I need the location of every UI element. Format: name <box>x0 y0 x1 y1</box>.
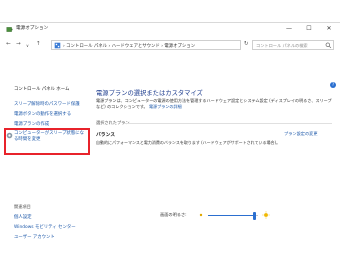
control-panel-icon <box>54 42 61 49</box>
sidebar-item-power-button[interactable]: 電源ボタンの動作を選択する <box>14 111 71 117</box>
search-placeholder: コントロール パネルの検索 <box>256 43 308 48</box>
see-also-title: 関連項目 <box>14 204 31 209</box>
up-button[interactable]: ↑ <box>36 41 41 48</box>
breadcrumb[interactable]: › コントロール パネル › ハードウェアとサウンド › 電源オプション <box>63 43 195 49</box>
power-options-window: 電源オプション — ☐ ✕ ← → ∨ ↑ › コントロール パネル › ハード… <box>0 22 340 240</box>
description-text: 電源プランは、コンピューターの電源の使用方法を管理するハードウェア設定とシステム… <box>96 98 332 110</box>
brightness-slider-fill <box>208 214 254 216</box>
recent-dropdown[interactable]: ∨ <box>26 42 29 49</box>
window-title: 電源オプション <box>16 26 49 31</box>
main-content: ? 電源プランの選択またはカスタマイズ 電源プランは、コンピューターの電源の使用… <box>94 54 336 233</box>
brightness-high-icon <box>262 211 270 219</box>
sidebar: コントロール パネル ホーム スリープ解除時のパスワード保護 電源ボタンの動作を… <box>0 54 90 240</box>
address-bar: ← → ∨ ↑ › コントロール パネル › ハードウェアとサウンド › 電源オ… <box>0 37 340 53</box>
change-plan-settings-link[interactable]: プラン設定の変更 <box>284 131 318 137</box>
sidebar-home-link[interactable]: コントロール パネル ホーム <box>14 86 69 92</box>
maximize-button[interactable]: ☐ <box>302 24 316 34</box>
help-icon[interactable]: ? <box>330 82 336 88</box>
address-field[interactable]: › コントロール パネル › ハードウェアとサウンド › 電源オプション ∨ <box>51 40 286 50</box>
page-title: 電源プランの選択またはカスタマイズ <box>96 90 203 97</box>
refresh-button[interactable]: ↻ <box>244 41 249 47</box>
sidebar-item-password[interactable]: スリープ解除時のパスワード保護 <box>14 101 80 107</box>
brightness-label: 画面の明るさ: <box>160 212 187 217</box>
title-bar: 電源オプション — ☐ ✕ <box>0 23 340 36</box>
battery-icon <box>6 27 13 32</box>
brightness-slider-thumb[interactable] <box>252 211 256 220</box>
minimize-button[interactable]: — <box>282 24 296 34</box>
search-input[interactable]: コントロール パネルの検索 <box>252 40 334 50</box>
brightness-low-icon <box>199 213 203 217</box>
see-also-user-accounts[interactable]: ユーザー アカウント <box>14 234 55 240</box>
highlight-box <box>4 128 90 155</box>
search-icon <box>325 42 332 49</box>
plan-description: 自動的にパフォーマンスと電力消費のバランスを取ります (ハードウェアがサポートさ… <box>96 140 281 145</box>
plan-name: バランス <box>96 133 116 138</box>
see-also-personalize[interactable]: 個人設定 <box>14 214 32 220</box>
section-divider <box>124 123 332 124</box>
power-plan-details-link[interactable]: 電源プランの詳細 <box>149 104 182 109</box>
forward-button[interactable]: → <box>16 41 21 48</box>
back-button[interactable]: ← <box>6 41 11 48</box>
brightness-slider[interactable] <box>208 211 258 220</box>
see-also-mobility-center[interactable]: Windows モビリティ センター <box>14 224 76 230</box>
sidebar-item-create-plan[interactable]: 電源プランの作成 <box>14 121 49 127</box>
close-button[interactable]: ✕ <box>322 24 336 34</box>
page-description: 電源プランは、コンピューターの電源の使用方法を管理するハードウェア設定とシステム… <box>96 98 334 110</box>
